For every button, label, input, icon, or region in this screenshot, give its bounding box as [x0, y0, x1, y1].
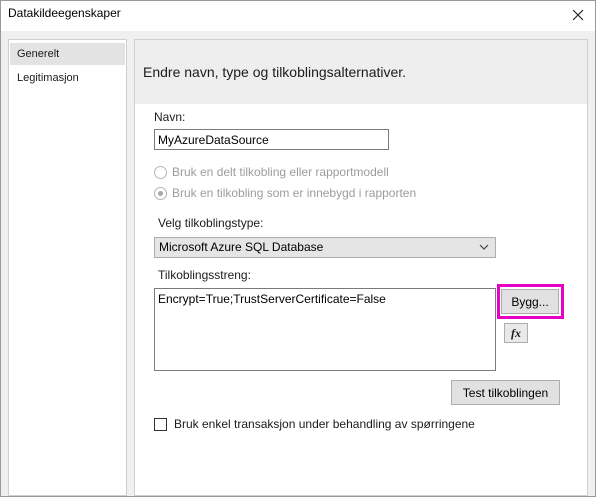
window-title: Datakildeegenskaper [8, 6, 121, 20]
connection-type-label: Velg tilkoblingstype: [158, 216, 264, 230]
name-label: Navn: [154, 110, 186, 124]
test-connection-button[interactable]: Test tilkoblingen [451, 380, 560, 405]
content-header: Endre navn, type og tilkoblingsalternati… [135, 40, 587, 104]
radio-shared-connection[interactable]: Bruk en delt tilkobling eller rapportmod… [154, 164, 389, 180]
radio-embedded-connection[interactable]: Bruk en tilkobling som er innebygd i rap… [154, 185, 416, 201]
single-transaction-checkbox-row[interactable]: Bruk enkel transaksjon under behandling … [154, 416, 475, 432]
connection-string-value: Encrypt=True;TrustServerCertificate=Fals… [158, 292, 386, 306]
radio-shared-label: Bruk en delt tilkobling eller rapportmod… [172, 165, 389, 179]
single-transaction-checkbox[interactable] [154, 417, 167, 431]
close-button[interactable] [563, 2, 593, 28]
radio-button[interactable] [154, 165, 167, 179]
sidebar-item-label: Generelt [17, 48, 60, 60]
chevron-down-icon [479, 244, 489, 250]
fx-icon: fx [511, 325, 521, 340]
sidebar: Generelt Legitimasjon [8, 39, 127, 496]
close-icon [572, 9, 584, 21]
connection-string-label: Tilkoblingsstreng: [158, 268, 251, 282]
connection-type-select[interactable]: Microsoft Azure SQL Database [154, 237, 496, 258]
connection-type-value: Microsoft Azure SQL Database [159, 240, 324, 254]
page-title: Endre navn, type og tilkoblingsalternati… [143, 64, 407, 80]
sidebar-item-generelt[interactable]: Generelt [10, 43, 125, 65]
content-panel: Endre navn, type og tilkoblingsalternati… [134, 39, 588, 496]
dialog-window: Datakildeegenskaper Generelt Legitimasjo… [0, 0, 596, 497]
name-input[interactable] [154, 129, 389, 150]
expression-button[interactable]: fx [504, 323, 528, 343]
build-button[interactable]: Bygg... [501, 289, 559, 314]
title-bar: Datakildeegenskaper [1, 1, 595, 31]
radio-embedded-label: Bruk en tilkobling som er innebygd i rap… [172, 186, 417, 200]
radio-button[interactable] [154, 186, 167, 200]
sidebar-item-legitimasjon[interactable]: Legitimasjon [10, 67, 125, 89]
connection-string-textarea[interactable]: Encrypt=True;TrustServerCertificate=Fals… [154, 288, 496, 371]
sidebar-item-label: Legitimasjon [17, 72, 79, 84]
single-transaction-label: Bruk enkel transaksjon under behandling … [174, 417, 475, 431]
